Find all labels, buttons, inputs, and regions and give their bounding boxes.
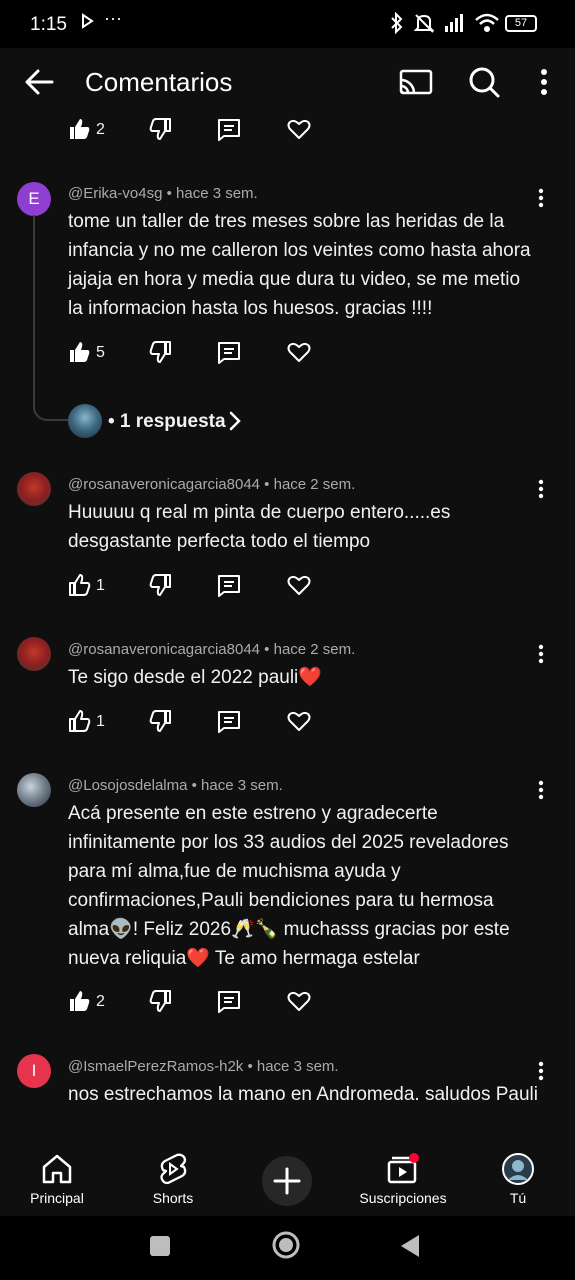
subscriptions-icon (387, 1153, 419, 1184)
plus-icon (273, 1167, 301, 1195)
comment-actions: 1 (68, 572, 328, 602)
like-count: 5 (96, 344, 105, 361)
like-button[interactable]: 5 (68, 339, 128, 369)
bluetooth-icon (390, 11, 404, 39)
comment-text: Acá presente en este estreno y agradecer… (68, 803, 510, 969)
like-button[interactable]: 1 (68, 572, 128, 602)
avatar[interactable]: E (17, 182, 51, 216)
nav-subscriptions[interactable]: Suscripciones (348, 1140, 458, 1216)
like-button[interactable]: 2 (68, 116, 128, 146)
nav-you-label: Tú (509, 1190, 527, 1206)
heart-button[interactable] (286, 572, 312, 602)
status-time: 1:15 (30, 14, 67, 35)
nav-home-label: Principal (30, 1190, 84, 1206)
more-options-button[interactable] (524, 62, 564, 102)
like-count: 1 (96, 713, 105, 730)
nav-you[interactable]: Tú (463, 1140, 573, 1216)
comment-text: tome un taller de tres meses sobre las h… (68, 211, 531, 319)
thread-line (33, 215, 71, 421)
comment-actions: 2 (68, 116, 328, 146)
nav-subscriptions-label: Suscripciones (359, 1190, 447, 1206)
create-button[interactable] (262, 1156, 312, 1206)
comment-actions: 1 (68, 708, 328, 738)
avatar[interactable] (17, 472, 51, 506)
recents-button[interactable] (148, 1234, 172, 1263)
more-notifications-icon: ··· (104, 8, 122, 28)
play-icon (80, 13, 94, 34)
signal-icon (443, 12, 467, 39)
comment-meta: @Erika-vo4sg • hace 3 sem. (68, 185, 258, 202)
profile-avatar-icon (502, 1153, 534, 1185)
status-bar: 1:15 ··· 57 (0, 0, 575, 48)
comment-meta: @rosanaveronicagarcia8044 • hace 2 sem. (68, 641, 356, 658)
dislike-button[interactable] (148, 708, 174, 738)
like-count: 1 (96, 577, 105, 594)
comment-meta: @IsmaelPerezRamos-h2k • hace 3 sem. (68, 1058, 339, 1075)
heart-button[interactable] (286, 988, 312, 1018)
comment-text: nos estrechamos la mano en Andromeda. sa… (68, 1084, 538, 1105)
reply-avatar (68, 404, 102, 438)
like-button[interactable]: 1 (68, 708, 128, 738)
battery-indicator: 57 (505, 15, 537, 32)
comment-text: Te sigo desde el 2022 pauli❤️ (68, 667, 322, 688)
comment-meta: @Losojosdelalma • hace 3 sem. (68, 777, 283, 794)
comment-actions: 2 (68, 988, 328, 1018)
dislike-button[interactable] (148, 988, 174, 1018)
heart-button[interactable] (286, 339, 312, 369)
heart-button[interactable] (286, 116, 312, 146)
comment-actions: 5 (68, 339, 328, 369)
like-count: 2 (96, 121, 105, 138)
comment-text: Huuuuu q real m pinta de cuerpo entero..… (68, 502, 451, 552)
home-circle-icon (272, 1231, 300, 1259)
dislike-button[interactable] (148, 339, 174, 369)
reply-button[interactable] (216, 988, 242, 1018)
reply-button[interactable] (216, 339, 242, 369)
dislike-button[interactable] (148, 116, 174, 146)
cast-button[interactable] (396, 62, 436, 102)
chevron-right-icon (228, 410, 242, 437)
like-count: 2 (96, 993, 105, 1010)
dislike-button[interactable] (148, 572, 174, 602)
page-title: Comentarios (85, 67, 233, 97)
back-triangle-icon (401, 1235, 419, 1257)
like-button[interactable]: 2 (68, 988, 128, 1018)
mute-icon (413, 12, 435, 39)
comment-meta: @rosanaveronicagarcia8044 • hace 2 sem. (68, 476, 356, 493)
avatar[interactable] (17, 637, 51, 671)
wifi-icon (474, 12, 500, 39)
reply-button[interactable] (216, 708, 242, 738)
search-button[interactable] (464, 62, 504, 102)
home-icon (42, 1154, 72, 1184)
replies-toggle[interactable]: • 1 respuesta (68, 402, 268, 438)
bottom-navigation: Principal Shorts Suscripciones Tú (0, 1140, 575, 1216)
recents-icon (150, 1236, 170, 1256)
comments-header: Comentarios (0, 48, 575, 116)
heart-button[interactable] (286, 708, 312, 738)
system-navigation-bar (0, 1216, 575, 1280)
shorts-icon (160, 1153, 187, 1185)
reply-button[interactable] (216, 116, 242, 146)
reply-button[interactable] (216, 572, 242, 602)
replies-label: • 1 respuesta (108, 411, 226, 432)
avatar[interactable] (17, 773, 51, 807)
home-system-button[interactable] (271, 1230, 301, 1265)
back-system-button[interactable] (398, 1233, 422, 1264)
avatar[interactable]: I (17, 1054, 51, 1088)
nav-home[interactable]: Principal (2, 1140, 112, 1216)
back-button[interactable] (20, 62, 60, 102)
nav-shorts[interactable]: Shorts (118, 1140, 228, 1216)
nav-shorts-label: Shorts (152, 1190, 194, 1206)
